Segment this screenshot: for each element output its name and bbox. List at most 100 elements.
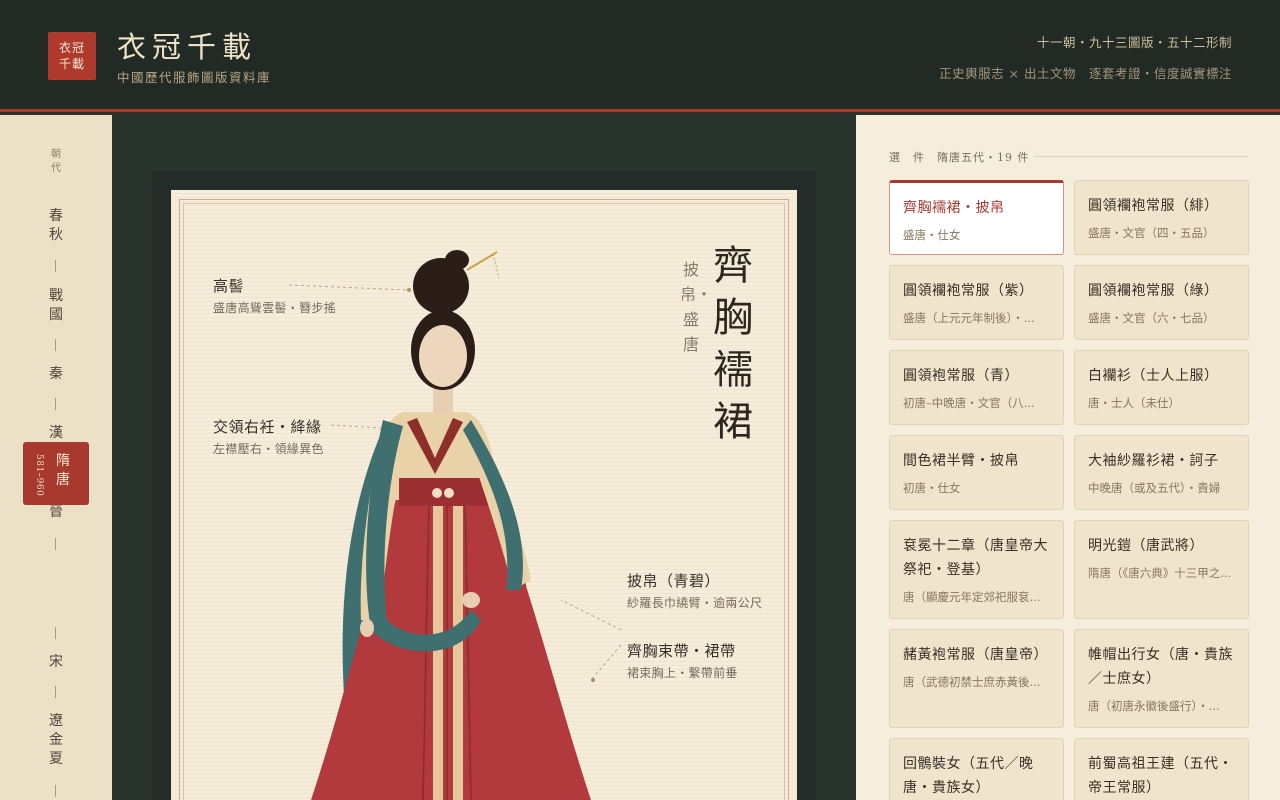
dynasty-active-label-1: 隋 [56, 453, 70, 469]
piece-card[interactable]: 袞冕十二章（唐皇帝大祭祀・登基） 唐（顯慶元年定郊祀服袞... [889, 520, 1064, 619]
piece-card-title: 明光鎧（唐武將） [1088, 538, 1204, 554]
face [419, 325, 467, 387]
selector-heading-label: 選 件 [889, 151, 925, 164]
piece-card[interactable]: 帷帽出行女（唐・貴族／士庶女） 唐（初唐永徽後盛行）・... [1074, 629, 1249, 728]
piece-card-title: 赭黃袍常服（唐皇帝） [903, 647, 1048, 663]
dynasty-separator [55, 785, 56, 797]
right-hand [462, 592, 480, 608]
left-hand [360, 619, 374, 637]
logo-line-2: 千載 [58, 57, 85, 71]
plate-subtitle: 披帛・盛唐 [680, 260, 713, 354]
piece-card-title: 圓領襴袍常服（紫） [903, 283, 1034, 299]
piece-card-title: 袞冕十二章（唐皇帝大祭祀・登基） [903, 538, 1048, 578]
piece-card-title: 齊胸襦裙・披帛 [903, 200, 1005, 216]
dynasty-separator [55, 686, 56, 698]
annotation-title: 交領右衽・絳緣 [213, 418, 322, 436]
annotation-hair: 高髻 盛唐高聳雲髻・簪步搖 [213, 275, 336, 316]
dynasty-active-label-2: 唐 [56, 472, 70, 488]
piece-card-meta: 唐（顯慶元年定郊祀服袞... [903, 590, 1041, 604]
logo-line-1: 衣冠 [58, 41, 85, 55]
site-logo[interactable]: 衣冠 千載 [48, 32, 96, 80]
annotation-desc: 盛唐高聳雲髻・簪步搖 [213, 301, 337, 315]
piece-card[interactable]: 回鶻裝女（五代／晚唐・貴族女） [889, 738, 1064, 800]
dynasty-item-song[interactable]: 宋 [0, 653, 112, 672]
selector-count: 隋唐五代・19 件 [937, 151, 1030, 164]
piece-card-title: 前蜀高祖王建（五代・帝王常服） [1088, 756, 1233, 796]
piece-card-meta: 盛唐・仕女 [903, 228, 961, 242]
dynasty-separator [55, 538, 56, 550]
hairpin-dangle [492, 253, 500, 279]
selector-heading: 選 件隋唐五代・19 件 [889, 149, 1030, 165]
piece-card[interactable]: 齊胸襦裙・披帛 盛唐・仕女 [889, 180, 1064, 255]
dynasty-nav-label-2: 代 [51, 163, 61, 174]
piece-card[interactable]: 白襴衫（士人上服） 唐・士人（未仕） [1074, 350, 1249, 425]
piece-card-meta: 初唐–中晚唐・文官（八... [903, 396, 1035, 410]
hair-top-knot [445, 250, 469, 270]
belt-knot-left [432, 488, 442, 498]
annotation-desc: 左襟壓右・領緣異色 [213, 442, 324, 456]
piece-card-meta: 盛唐・文官（四・五品） [1088, 226, 1215, 240]
piece-card-meta: 盛唐・文官（六・七品） [1088, 311, 1215, 325]
dynasty-item-zhanguo[interactable]: 戰 國 [0, 287, 112, 325]
header-stats: 十一朝・九十三圖版・五十二形制 [1036, 35, 1232, 50]
dynasty-item-liaojinxia[interactable]: 遼 金 夏 [0, 712, 112, 769]
dynasty-nav-label-1: 朝 [51, 149, 61, 160]
dynasty-item-han[interactable]: 漢 [0, 424, 112, 443]
piece-card[interactable]: 圓領襴袍常服（綠） 盛唐・文官（六・七品） [1074, 265, 1249, 340]
dynasty-item-chunqiu[interactable]: 春 秋 [0, 207, 112, 245]
annotation-collar: 交領右衽・絳緣 左襟壓右・領緣異色 [213, 416, 324, 457]
piece-card-meta: 初唐・仕女 [903, 481, 961, 495]
leader-dot-hair [407, 288, 411, 292]
piece-card-meta: 唐（初唐永徽後盛行）・... [1088, 699, 1220, 713]
selector-divider [1034, 156, 1248, 157]
plate-title: 齊胸襦裙 [713, 243, 753, 445]
piece-card-meta: 隋唐（《唐六典》十三甲之... [1088, 566, 1232, 580]
piece-card-title: 回鶻裝女（五代／晚唐・貴族女） [903, 756, 1034, 796]
piece-card-meta: 盛唐（上元元年制後）・... [903, 311, 1035, 325]
site-title: 衣冠千載 [117, 30, 258, 64]
hairpin [466, 251, 498, 271]
app-header: 衣冠 千載 衣冠千載 中國歷代服飾圖版資料庫 十一朝・九十三圖版・五十二形制 正… [0, 0, 1280, 112]
piece-card-meta: 中晚唐（或及五代）・貴婦 [1088, 481, 1221, 495]
leader-dot-belt [591, 678, 595, 682]
piece-card-title: 帷帽出行女（唐・貴族／士庶女） [1088, 647, 1233, 687]
piece-card[interactable]: 圓領襴袍常服（紫） 盛唐（上元元年制後）・... [889, 265, 1064, 340]
piece-card[interactable]: 赭黃袍常服（唐皇帝） 唐（武德初禁士庶赤黃後... [889, 629, 1064, 728]
leader-line-shawl [560, 599, 622, 631]
dynasty-separator [55, 398, 56, 410]
dynasty-years: 581–960 [34, 454, 44, 497]
header-tagline: 正史輿服志 × 出土文物 逐套考證・信度誠實標注 [939, 66, 1232, 81]
piece-card[interactable]: 明光鎧（唐武將） 隋唐（《唐六典》十三甲之... [1074, 520, 1249, 619]
annotation-title: 披帛（青碧） [627, 572, 721, 590]
piece-card-title: 圓領襴袍常服（緋） [1088, 198, 1219, 214]
piece-card-title: 白襴衫（士人上服） [1088, 368, 1219, 384]
dynasty-separator [55, 627, 56, 639]
piece-card[interactable]: 圓領襴袍常服（緋） 盛唐・文官（四・五品） [1074, 180, 1249, 255]
dynasty-nav-label: 朝 代 [0, 148, 112, 176]
skirt-sash-right [453, 500, 463, 800]
piece-card[interactable]: 前蜀高祖王建（五代・帝王常服） [1074, 738, 1249, 800]
dynasty-separator [55, 339, 56, 351]
annotation-belt: 齊胸束帶・裙帶 裙束胸上・繫帶前垂 [627, 640, 738, 681]
dynasty-active-label: 隋 唐 [55, 452, 71, 490]
dynasty-separator [55, 260, 56, 272]
annotation-desc: 裙束胸上・繫帶前垂 [627, 666, 738, 680]
annotation-shawl: 披帛（青碧） 紗羅長巾繞臂・逾兩公尺 [627, 570, 762, 611]
piece-card-title: 大袖紗羅衫裙・訶子 [1088, 453, 1219, 469]
dynasty-item-sui-tang[interactable]: 581–960 隋 唐 [23, 442, 89, 505]
belt-knot-right [444, 488, 454, 498]
piece-card-title: 圓領襴袍常服（綠） [1088, 283, 1219, 299]
piece-card[interactable]: 間色裙半臂・披帛 初唐・仕女 [889, 435, 1064, 510]
piece-card[interactable]: 圓領袍常服（青） 初唐–中晚唐・文官（八... [889, 350, 1064, 425]
piece-card-meta: 唐（武德初禁士庶赤黃後... [903, 675, 1041, 689]
piece-card-title: 圓領袍常服（青） [903, 368, 1019, 384]
annotation-title: 高髻 [213, 277, 245, 295]
piece-card-meta: 唐・士人（未仕） [1088, 396, 1180, 410]
annotation-desc: 紗羅長巾繞臂・逾兩公尺 [627, 596, 763, 610]
leader-line-belt [590, 644, 622, 681]
piece-card[interactable]: 大袖紗羅衫裙・訶子 中晚唐（或及五代）・貴婦 [1074, 435, 1249, 510]
site-subtitle: 中國歷代服飾圖版資料庫 [117, 70, 272, 85]
piece-card-title: 間色裙半臂・披帛 [903, 453, 1019, 469]
dynasty-item-qin[interactable]: 秦 [0, 365, 112, 384]
annotation-title: 齊胸束帶・裙帶 [627, 642, 736, 660]
